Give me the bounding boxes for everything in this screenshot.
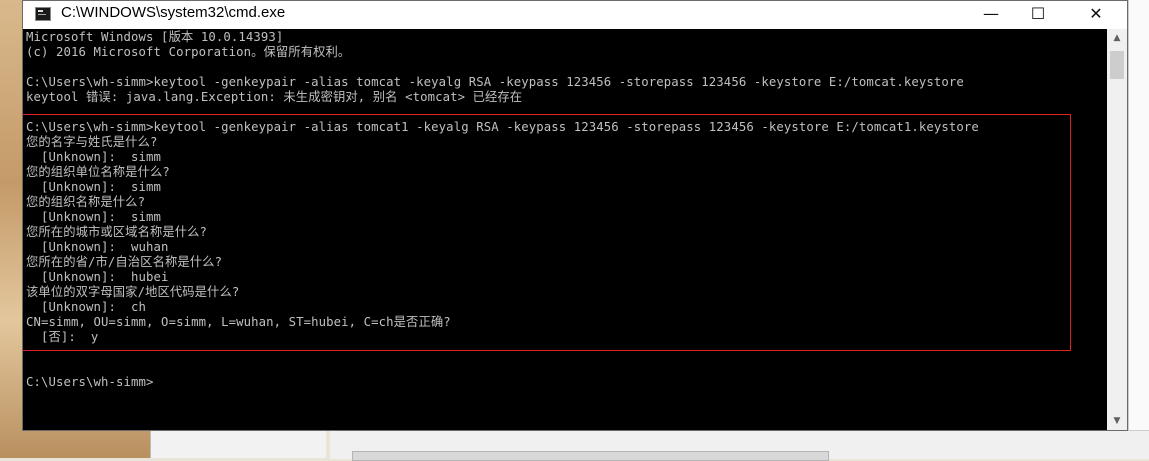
window-title: C:\WINDOWS\system32\cmd.exe	[61, 4, 286, 21]
console-line: (c) 2016 Microsoft Corporation。保留所有权利。	[26, 45, 351, 59]
minimize-button[interactable]: —	[968, 1, 1014, 29]
console-line: C:\Users\wh-simm>keytool -genkeypair -al…	[26, 75, 964, 89]
vertical-scrollbar[interactable]: ▲ ▼	[1107, 29, 1127, 430]
scroll-up-arrow-icon[interactable]: ▲	[1107, 29, 1127, 47]
background-window-edge	[1128, 0, 1149, 458]
scrollbar-thumb[interactable]	[1110, 51, 1124, 79]
cmd-window: C:\WINDOWS\system32\cmd.exe — ☐ ✕ Micros…	[22, 0, 1128, 431]
close-button[interactable]: ✕	[1063, 1, 1129, 29]
scroll-down-arrow-icon[interactable]: ▼	[1107, 412, 1127, 430]
maximize-button[interactable]: ☐	[1015, 1, 1061, 29]
background-text-field	[352, 451, 829, 461]
console-line: keytool 错误: java.lang.Exception: 未生成密钥对,…	[26, 90, 523, 104]
red-highlight-box	[23, 114, 1071, 351]
console-line: Microsoft Windows [版本 10.0.14393]	[26, 30, 284, 44]
cmd-app-icon[interactable]	[35, 7, 51, 21]
title-bar[interactable]: C:\WINDOWS\system32\cmd.exe — ☐ ✕	[23, 1, 1127, 29]
background-window-bottom	[330, 430, 1149, 461]
console-output[interactable]: Microsoft Windows [版本 10.0.14393] (c) 20…	[23, 29, 1107, 430]
console-prompt: C:\Users\wh-simm>	[26, 375, 154, 389]
